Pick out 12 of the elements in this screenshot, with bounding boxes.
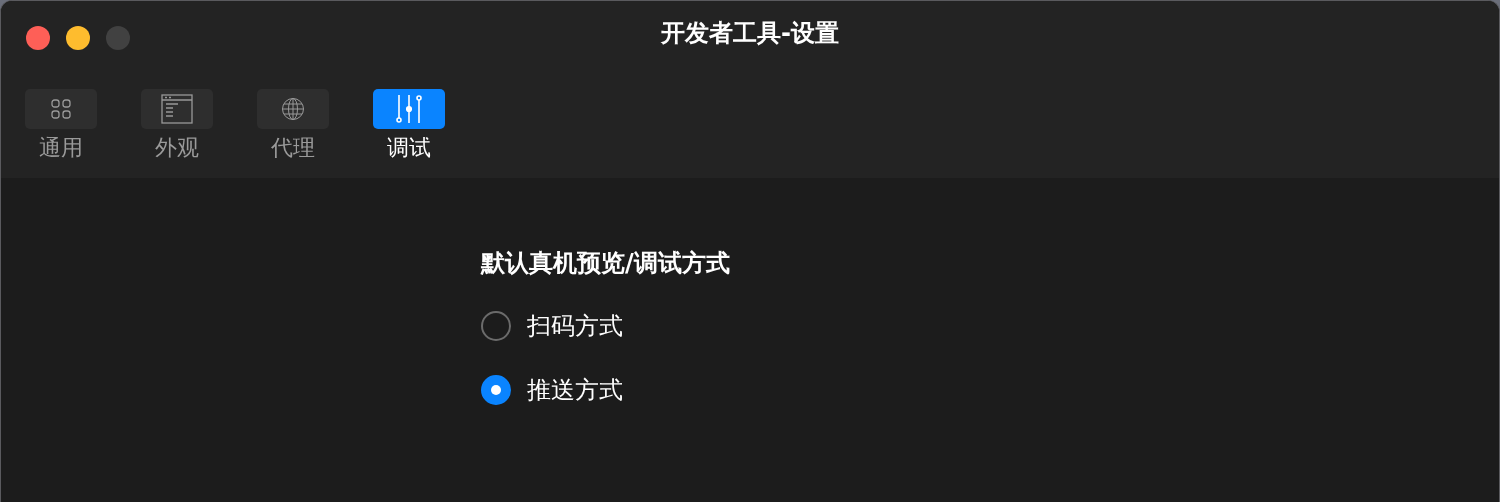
radio-option[interactable]: 推送方式 bbox=[481, 358, 623, 422]
grid-icon bbox=[50, 98, 72, 120]
section-heading: 默认真机预览/调试方式 bbox=[481, 248, 730, 279]
minimize-button[interactable] bbox=[66, 26, 90, 50]
radio-button[interactable] bbox=[481, 311, 511, 341]
radio-button[interactable] bbox=[481, 375, 511, 405]
radio-option[interactable]: 扫码方式 bbox=[481, 294, 623, 358]
globe-icon bbox=[281, 97, 305, 121]
window-title: 开发者工具-设置 bbox=[661, 18, 839, 49]
window-icon bbox=[161, 94, 193, 124]
sliders-icon bbox=[395, 94, 423, 124]
close-button[interactable] bbox=[26, 26, 50, 50]
